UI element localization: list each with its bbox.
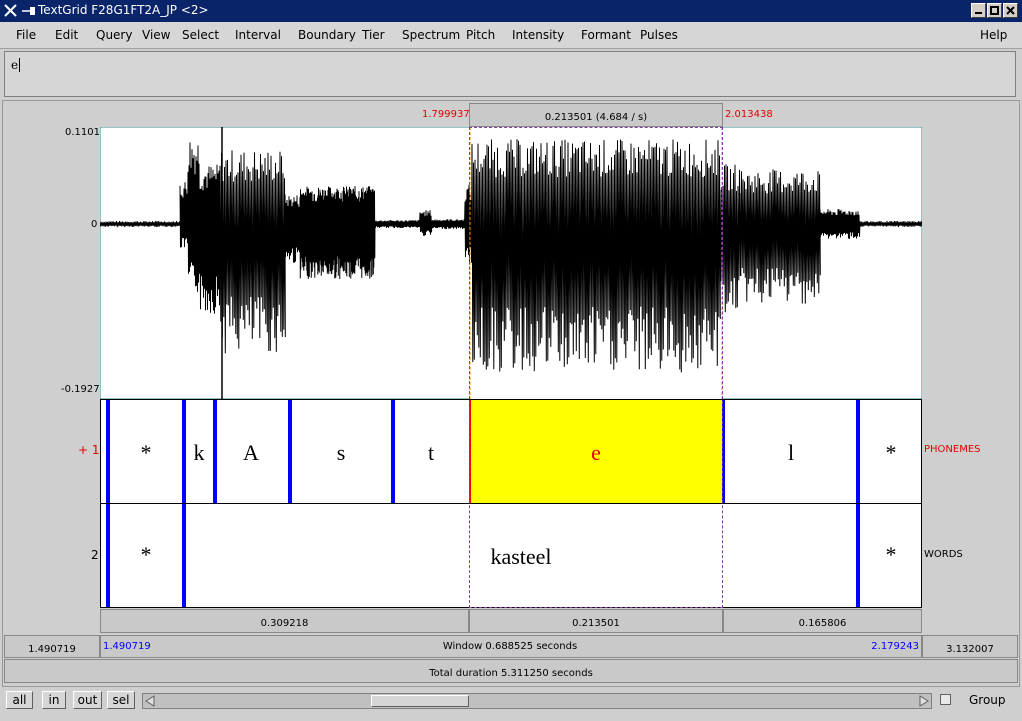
all-button[interactable]: all xyxy=(6,691,33,709)
boundary[interactable] xyxy=(391,400,395,503)
pin-icon[interactable] xyxy=(22,6,36,16)
waveform-ymax-label: 0.1101 xyxy=(65,127,100,138)
close-icon xyxy=(1006,6,1015,15)
waveform-ymin-label: -0.1927 xyxy=(61,384,100,395)
segment-duration-selected[interactable]: 0.213501 xyxy=(469,609,723,633)
segment-duration-selected-label: 0.213501 xyxy=(572,618,620,629)
minimize-icon xyxy=(975,12,982,14)
phoneme-label: * xyxy=(885,440,897,465)
menu-help[interactable]: Help xyxy=(980,28,1007,42)
scroll-left-icon[interactable] xyxy=(144,695,156,707)
menu-formant[interactable]: Formant xyxy=(581,28,631,42)
word-label: * xyxy=(140,542,152,567)
window-title: TextGrid F28G1FT2A_JP <2> xyxy=(38,3,209,17)
menu-bar: File Edit Query View Select Interval Bou… xyxy=(0,22,1022,49)
segment-duration-right-label: 0.165806 xyxy=(798,618,847,629)
selection-start-label: 1.799937 xyxy=(422,109,470,120)
phoneme-label: l xyxy=(787,440,795,465)
phoneme-label: * xyxy=(140,440,152,465)
boundary[interactable] xyxy=(469,400,471,503)
tier1-name: PHONEMES xyxy=(924,444,981,455)
total-duration-label: Total duration 5.311250 seconds xyxy=(429,668,593,679)
interval-text-value: e xyxy=(11,58,19,72)
total-duration-bar[interactable]: Total duration 5.311250 seconds xyxy=(4,659,1018,683)
boundary[interactable] xyxy=(182,400,186,503)
minimize-button[interactable] xyxy=(971,3,986,18)
boundary[interactable] xyxy=(213,400,217,503)
text-caret xyxy=(19,58,20,72)
word-label: kasteel xyxy=(490,544,552,569)
tier1-plus: + xyxy=(78,443,89,457)
group-checkbox[interactable] xyxy=(940,694,951,705)
selection-duration-bar[interactable]: 0.213501 (4.684 / s) xyxy=(469,103,723,127)
group-label: Group xyxy=(969,693,1006,707)
menu-tier[interactable]: Tier xyxy=(362,28,385,42)
menu-boundary[interactable]: Boundary xyxy=(298,28,356,42)
title-bar: TextGrid F28G1FT2A_JP <2> xyxy=(0,0,1022,22)
boundary[interactable] xyxy=(106,400,110,503)
zoom-selection-button[interactable]: sel xyxy=(107,691,135,709)
menu-interval[interactable]: Interval xyxy=(235,28,281,42)
menu-pulses[interactable]: Pulses xyxy=(640,28,678,42)
waveform-zero-label: 0 xyxy=(91,219,98,230)
tier2-number: 2 xyxy=(91,548,99,562)
close-button[interactable] xyxy=(1003,3,1018,18)
window-right-total-label: 3.132007 xyxy=(946,644,994,655)
segment-duration-right[interactable]: 0.165806 xyxy=(723,609,922,633)
interval-text-field[interactable]: e xyxy=(4,51,1016,97)
menu-file[interactable]: File xyxy=(16,28,36,42)
menu-pitch[interactable]: Pitch xyxy=(466,28,495,42)
tier1-marker: + 1 xyxy=(78,443,100,457)
maximize-icon xyxy=(990,6,999,15)
selection-end-label: 2.013438 xyxy=(725,109,773,120)
tier-phonemes[interactable]: * k A s t e l * xyxy=(100,399,922,504)
window-right-total[interactable]: 3.132007 xyxy=(922,635,1018,658)
boundary[interactable] xyxy=(288,400,292,503)
scroll-thumb[interactable] xyxy=(371,695,469,707)
phoneme-label: A xyxy=(243,440,259,465)
window-left-total-label: 1.490719 xyxy=(28,644,76,655)
menu-edit[interactable]: Edit xyxy=(55,28,78,42)
maximize-button[interactable] xyxy=(987,3,1002,18)
boundary[interactable] xyxy=(182,504,186,607)
window-duration-label: Window 0.688525 seconds xyxy=(442,641,578,652)
menu-view[interactable]: View xyxy=(142,28,170,42)
selection-duration-label: 0.213501 (4.684 / s) xyxy=(544,112,648,123)
zoom-out-button[interactable]: out xyxy=(73,691,102,709)
tier1-number: 1 xyxy=(91,443,100,457)
segment-duration-left-label: 0.309218 xyxy=(260,618,309,629)
boundary[interactable] xyxy=(722,400,725,503)
tier-words[interactable]: * kasteel * xyxy=(100,503,922,608)
waveform-panel[interactable] xyxy=(100,127,922,399)
menu-spectrum[interactable]: Spectrum xyxy=(402,28,460,42)
zoom-in-button[interactable]: in xyxy=(42,691,66,709)
tier2-name: WORDS xyxy=(924,549,963,560)
phoneme-label: k xyxy=(193,440,205,465)
window-bar[interactable]: 1.490719 Window 0.688525 seconds 2.17924… xyxy=(100,635,922,658)
boundary[interactable] xyxy=(106,504,110,607)
word-label: * xyxy=(885,542,897,567)
horizontal-scrollbar[interactable] xyxy=(142,693,932,709)
scroll-right-icon[interactable] xyxy=(918,695,930,707)
visible-end-label: 2.179243 xyxy=(871,641,919,652)
phoneme-label: s xyxy=(336,440,346,465)
phoneme-label-selected: e xyxy=(591,440,601,465)
segment-duration-left[interactable]: 0.309218 xyxy=(100,609,469,633)
boundary[interactable] xyxy=(856,400,860,503)
menu-intensity[interactable]: Intensity xyxy=(512,28,564,42)
menu-query[interactable]: Query xyxy=(96,28,132,42)
phoneme-label: t xyxy=(427,440,435,465)
window-menu-icon[interactable] xyxy=(3,3,18,18)
menu-select[interactable]: Select xyxy=(182,28,219,42)
boundary[interactable] xyxy=(856,504,860,607)
window-left-total[interactable]: 1.490719 xyxy=(4,635,100,658)
